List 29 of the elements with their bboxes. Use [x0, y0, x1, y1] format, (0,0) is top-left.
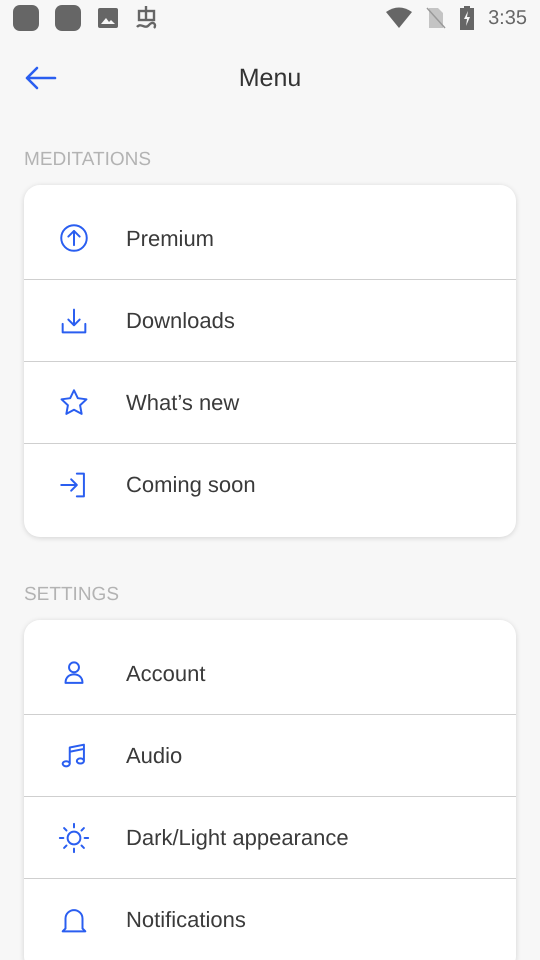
menu-item[interactable]: Downloads: [24, 279, 516, 361]
notification-icon: [135, 5, 159, 31]
menu-item[interactable]: Coming soon: [24, 443, 516, 525]
app-icon: [13, 5, 39, 31]
battery-charging-icon: [460, 6, 474, 30]
menu-item[interactable]: Account: [24, 632, 516, 714]
wifi-icon: [386, 7, 412, 29]
menu-item[interactable]: Dark/Light appearance: [24, 796, 516, 878]
section-heading: MEDITATIONS: [23, 148, 152, 172]
menu-item-label: Premium: [126, 224, 214, 252]
menu-item-label: Dark/Light appearance: [126, 824, 349, 852]
menu-item-label: What’s new: [126, 389, 240, 417]
page-title: Menu: [238, 63, 302, 94]
clock-time: 3:35: [488, 6, 527, 31]
back-arrow-icon: [24, 65, 58, 91]
menu-item[interactable]: Notifications: [24, 878, 516, 960]
sun-icon: [57, 820, 91, 854]
menu-item-label: Account: [126, 660, 206, 688]
image-icon: [97, 7, 119, 29]
app-icon: [55, 5, 81, 31]
menu-item-label: Notifications: [126, 906, 246, 934]
menu-item[interactable]: Audio: [24, 714, 516, 796]
menu-item-label: Coming soon: [126, 471, 256, 499]
menu-item[interactable]: What’s new: [24, 361, 516, 443]
no-sim-icon: [426, 7, 446, 29]
section-heading: SETTINGS: [23, 583, 120, 607]
menu-item-label: Audio: [126, 742, 182, 770]
menu-item[interactable]: Premium: [24, 197, 516, 279]
menu-item-label: Downloads: [126, 307, 235, 335]
